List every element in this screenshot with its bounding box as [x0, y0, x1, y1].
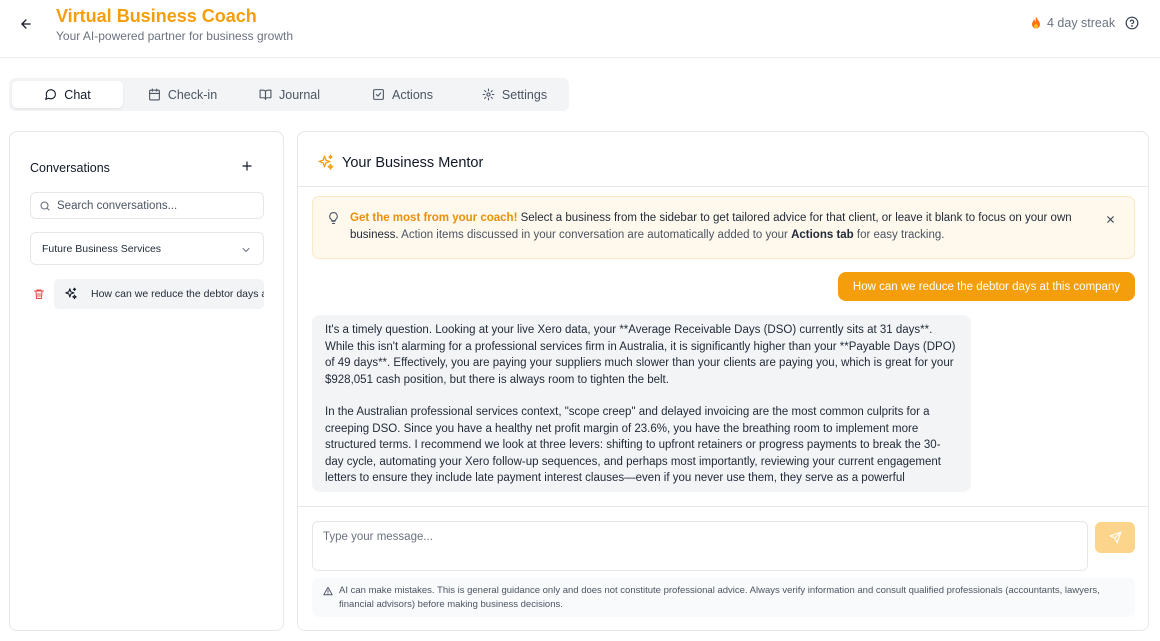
close-icon — [1107, 216, 1114, 223]
tip-highlight: Get the most from your coach! — [350, 212, 518, 224]
user-message: How can we reduce the debtor days at thi… — [838, 272, 1135, 301]
assistant-paragraph: In the Australian professional services … — [325, 406, 942, 484]
message-input[interactable] — [312, 521, 1088, 571]
assistant-paragraph: It's a timely question. Looking at your … — [325, 324, 956, 386]
tip-banner: Get the most from your coach! Select a b… — [312, 196, 1135, 259]
lightbulb-icon — [329, 212, 338, 224]
send-button[interactable] — [1095, 522, 1135, 553]
app-title: Virtual Business Coach — [56, 6, 257, 26]
tab-chat-label: Chat — [64, 87, 91, 102]
tab-journal-label: Journal — [279, 87, 320, 102]
gear-icon — [482, 88, 495, 101]
tab-actions[interactable]: Actions — [347, 81, 458, 108]
plus-icon — [242, 161, 252, 171]
trash-icon — [34, 289, 44, 299]
tab-settings-label: Settings — [501, 87, 548, 102]
back-button[interactable] — [16, 14, 36, 34]
app-subtitle: Your AI-powered partner for business gro… — [56, 29, 294, 43]
message-circle-icon — [45, 89, 57, 100]
tip-end-text: for easy tracking. — [853, 229, 945, 241]
streak-indicator: 4 day streak — [1030, 16, 1115, 30]
app-header: Virtual Business Coach Your AI-powered p… — [0, 0, 1160, 58]
search-box — [30, 192, 264, 219]
send-icon — [1109, 531, 1121, 544]
conversation-item-label: How can we reduce the debtor days at thi… — [91, 288, 264, 300]
main-tabs: Chat Check-in Journal Actions Settings — [9, 78, 569, 111]
close-tip-button[interactable] — [1105, 212, 1116, 230]
chat-panel: Your Business Mentor Get the most from y… — [297, 131, 1149, 631]
flame-icon — [1032, 16, 1040, 29]
conversation-row: How can we reduce the debtor days at thi… — [30, 279, 264, 309]
new-conversation-button[interactable] — [240, 159, 256, 175]
conversations-sidebar: Conversations Future Business Services H… — [9, 131, 284, 631]
delete-conversation-button[interactable] — [33, 287, 45, 305]
tab-journal[interactable]: Journal — [234, 81, 345, 108]
help-button[interactable] — [1125, 16, 1141, 32]
tab-chat[interactable]: Chat — [12, 81, 123, 108]
business-select[interactable]: Future Business Services — [30, 232, 264, 265]
calendar-icon — [148, 88, 160, 101]
tab-actions-label: Actions — [392, 87, 433, 102]
search-input[interactable] — [57, 197, 257, 215]
tab-settings[interactable]: Settings — [459, 81, 570, 108]
chevron-down-icon — [242, 248, 250, 252]
chat-title: Your Business Mentor — [342, 155, 484, 171]
ai-disclaimer: AI can make mistakes. This is general gu… — [312, 578, 1135, 617]
tip-secondary-text: Action items discussed in your conversat… — [398, 229, 792, 241]
tip-text: Get the most from your coach! Select a b… — [350, 210, 1095, 244]
message-composer: AI can make mistakes. This is general gu… — [298, 506, 1148, 630]
sparkles-icon — [318, 154, 334, 170]
conversations-title: Conversations — [30, 161, 110, 175]
tip-actions-tab: Actions tab — [791, 229, 854, 241]
assistant-message: It's a timely question. Looking at your … — [312, 315, 971, 492]
tab-check-in[interactable]: Check-in — [127, 81, 238, 108]
warning-icon — [323, 586, 333, 596]
business-select-value: Future Business Services — [42, 243, 162, 255]
tab-check-in-label: Check-in — [167, 87, 218, 102]
streak-label: 4 day streak — [1047, 16, 1116, 30]
chat-header: Your Business Mentor — [298, 132, 1148, 187]
search-icon — [40, 201, 50, 211]
help-circle-icon — [1125, 16, 1139, 30]
sparkles-icon — [65, 287, 77, 300]
disclaimer-text: AI can make mistakes. This is general gu… — [339, 585, 1100, 610]
arrow-left-icon — [21, 19, 31, 29]
book-open-icon — [259, 89, 272, 100]
conversation-item[interactable]: How can we reduce the debtor days at thi… — [54, 279, 264, 309]
check-square-icon — [373, 89, 384, 100]
